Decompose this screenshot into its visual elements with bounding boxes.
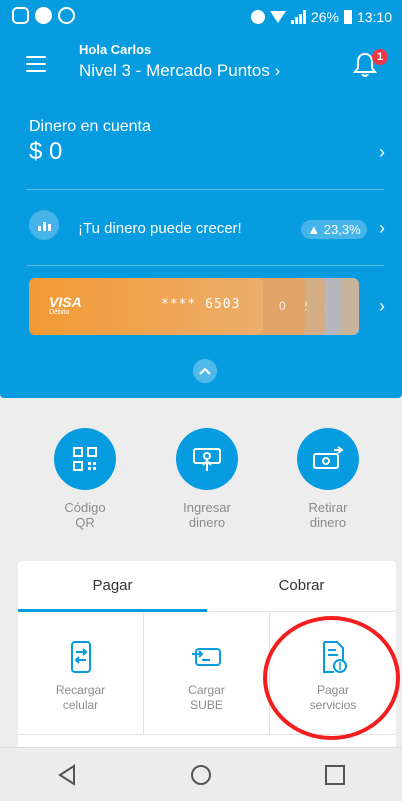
withdraw-money-icon [297,428,359,490]
chevron-up-icon [199,367,211,375]
card-brand: VISA [49,294,82,310]
pay-services-button[interactable]: Pagar servicios [270,612,396,735]
payments-panel: Pagar Cobrar Recargar celular Cargar SUB… [18,561,396,750]
account-header: Hola Carlos Nivel 3 - Mercado Puntos › 1… [0,34,402,398]
tab-pagar[interactable]: Pagar [18,561,207,611]
cards-carousel[interactable]: 3 0 2 0 VISA Débito **** 6503 [29,278,359,335]
sube-card-icon [191,648,221,666]
recharge-phone-label: Recargar celular [55,683,106,712]
menu-button[interactable] [26,56,46,72]
cards-chevron-icon[interactable]: › [379,296,385,317]
qr-code-icon [54,428,116,490]
battery-percent: 26% [310,9,339,25]
signal-icon [290,10,306,24]
balance-chevron-icon[interactable]: › [379,142,385,163]
bill-payment-icon [323,641,347,673]
whatsapp-icon [58,7,75,24]
greeting-text: Hola Carlos [79,42,152,57]
growth-rate-badge: ▲ 23,3% [301,220,367,239]
qr-code-shortcut[interactable]: Código QR [35,428,135,530]
load-sube-label: Cargar SUBE [188,683,225,712]
load-sube-button[interactable]: Cargar SUBE [144,612,270,735]
withdraw-money-label: Retirar dinero [308,500,348,530]
home-button[interactable] [171,755,231,795]
facebook-icon [35,7,52,24]
battery-icon [343,10,352,24]
home-circle-icon [191,764,211,785]
deposit-money-label: Ingresar dinero [183,500,231,530]
debit-card[interactable]: VISA Débito **** 6503 [29,278,263,335]
divider [27,189,384,190]
withdraw-money-shortcut[interactable]: Retirar dinero [278,428,378,530]
balance-label: Dinero en cuenta [29,118,151,135]
phone-recharge-icon [70,641,91,673]
card-type: Débito [49,309,70,316]
divider [27,265,384,266]
recents-button[interactable] [305,755,365,795]
instagram-icon [12,7,29,24]
growth-chevron-icon[interactable]: › [379,218,385,239]
pay-services-label: Pagar servicios [309,683,357,712]
back-button[interactable] [37,755,97,795]
android-navigation-bar [0,747,402,801]
notification-badge: 1 [372,49,388,65]
bluetooth-icon [250,10,265,24]
qr-code-label: Código QR [64,500,106,530]
status-bar: 26% 13:10 [0,0,402,34]
wifi-icon [269,11,286,23]
recharge-phone-button[interactable]: Recargar celular [18,612,144,735]
recents-square-icon [325,764,345,785]
deposit-money-shortcut[interactable]: Ingresar dinero [157,428,257,530]
bar-chart-icon [29,210,59,240]
back-triangle-icon [58,763,75,786]
growth-text[interactable]: ¡Tu dinero puede crecer! [78,220,242,237]
clock: 13:10 [356,9,392,25]
balance-value: $ 0 [29,138,63,165]
tab-cobrar[interactable]: Cobrar [207,561,396,611]
deposit-money-icon [176,428,238,490]
level-link[interactable]: Nivel 3 - Mercado Puntos › [79,61,280,81]
card-number: **** 6503 [161,297,241,312]
collapse-button[interactable] [193,359,217,383]
